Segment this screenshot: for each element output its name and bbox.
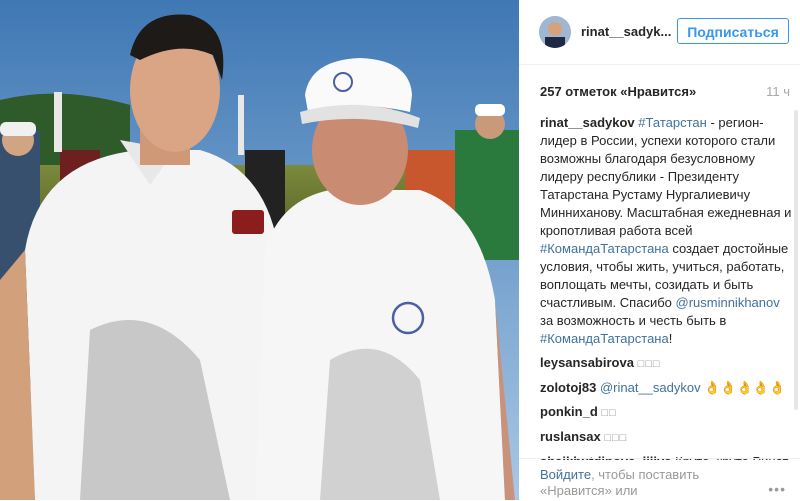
caption-text: - регион-лидер в России, успехи которого…: [540, 115, 792, 238]
comment-username[interactable]: leysansabirova: [540, 355, 634, 370]
post-username[interactable]: rinat__sadyk...: [581, 24, 671, 39]
caption: rinat__sadykov #Татарстан - регион-лидер…: [540, 114, 792, 348]
comment-text: □□□: [604, 432, 628, 444]
comment-text: □□: [601, 407, 617, 419]
caption-username[interactable]: rinat__sadykov: [540, 115, 635, 130]
comment-rows: leysansabirova □□□ zolotoj83 @rinat__sady…: [540, 354, 792, 460]
comment-item: leysansabirova □□□: [540, 354, 792, 373]
caption-text: !: [668, 331, 673, 346]
comments-scrollbar[interactable]: [794, 110, 798, 410]
comment-mention-link[interactable]: @rinat__sadykov: [600, 380, 701, 395]
comment-username[interactable]: ruslansax: [540, 429, 601, 444]
post-time[interactable]: 11 ч: [766, 84, 790, 99]
comment-item: zolotoj83 @rinat__sadykov 👌👌👌👌👌: [540, 379, 792, 397]
avatar[interactable]: [539, 16, 571, 48]
more-options-icon[interactable]: •••: [768, 481, 786, 497]
comment-text: 👌👌👌👌👌: [704, 380, 786, 395]
caption-hashtag-link[interactable]: #КомандаТатарстана: [540, 241, 669, 256]
likes-count[interactable]: 257 отметок «Нравится»: [540, 84, 696, 99]
comment-username[interactable]: zolotoj83: [540, 380, 596, 395]
photo-illustration: [0, 0, 519, 500]
follow-button[interactable]: Подписаться: [677, 18, 789, 44]
caption-hashtag-link[interactable]: #Татарстан: [638, 115, 707, 130]
comment-item: ruslansax □□□: [540, 428, 792, 447]
comments-list: rinat__sadykov #Татарстан - регион-лидер…: [540, 114, 792, 460]
caption-hashtag-link[interactable]: @rusminnikhanov: [676, 295, 780, 310]
comment-username[interactable]: ponkin_d: [540, 404, 598, 419]
caption-hashtag-link[interactable]: #КомандаТатарстана: [540, 331, 669, 346]
login-prompt: Войдите, чтобы поставить «Нравится» или: [540, 467, 740, 499]
avatar-image: [539, 16, 571, 48]
post-footer: Войдите, чтобы поставить «Нравится» или …: [519, 458, 800, 501]
caption-text: за возможность и честь быть в: [540, 313, 727, 328]
comment-item: ponkin_d □□: [540, 403, 792, 422]
comment-text: □□□: [637, 358, 661, 370]
post-header: rinat__sadyk... Подписаться: [519, 0, 800, 65]
post-photo: [0, 0, 519, 500]
login-link[interactable]: Войдите: [540, 467, 591, 482]
post-sidebar: rinat__sadyk... Подписаться 257 отметок …: [519, 0, 800, 500]
